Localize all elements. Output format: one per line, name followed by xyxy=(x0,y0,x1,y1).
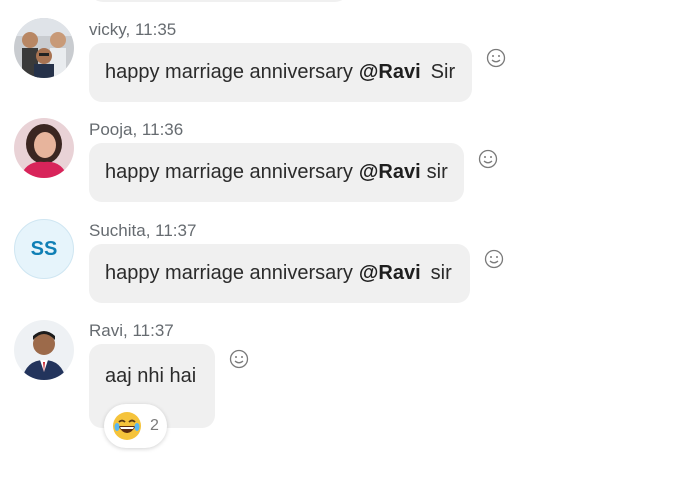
avatar-vicky[interactable] xyxy=(14,18,74,78)
smiley-outline-icon[interactable] xyxy=(484,249,504,269)
previous-message-bubble-edge xyxy=(89,0,349,2)
mention-ravi[interactable]: @Ravi xyxy=(359,262,421,285)
message-text-tail: Sir xyxy=(430,61,456,83)
message-text-tail: sir xyxy=(426,161,448,183)
message-bubble[interactable]: happy marriage anniversary @Ravi sir xyxy=(89,244,470,303)
reaction-chip[interactable]: 2 xyxy=(104,404,167,448)
avatar-initials-suchita[interactable]: SS xyxy=(14,219,74,279)
reaction-count: 2 xyxy=(150,417,159,434)
avatar-ravi[interactable] xyxy=(14,320,74,380)
laughing-emoji-icon xyxy=(113,412,141,440)
mention-ravi[interactable]: @Ravi xyxy=(359,61,421,84)
message-text: aaj nhi hai xyxy=(105,365,197,387)
message-text: happy marriage anniversary xyxy=(105,161,353,183)
message-meta: Pooja, 11:36 xyxy=(89,120,184,139)
avatar-pooja[interactable] xyxy=(14,118,74,178)
message-text: happy marriage anniversary xyxy=(105,262,353,284)
smiley-outline-icon[interactable] xyxy=(229,349,249,369)
message-bubble[interactable]: happy marriage anniversary @Ravi sir xyxy=(89,143,464,202)
message-meta: Suchita, 11:37 xyxy=(89,221,197,240)
message-text-tail: sir xyxy=(430,262,452,284)
message-meta: vicky, 11:35 xyxy=(89,20,177,39)
message-text: happy marriage anniversary xyxy=(105,61,353,83)
message-bubble[interactable]: happy marriage anniversary @Ravi Sir xyxy=(89,43,472,102)
smiley-outline-icon[interactable] xyxy=(478,149,498,169)
message-meta: Ravi, 11:37 xyxy=(89,321,174,340)
smiley-outline-icon[interactable] xyxy=(486,48,506,68)
mention-ravi[interactable]: @Ravi xyxy=(359,161,421,184)
